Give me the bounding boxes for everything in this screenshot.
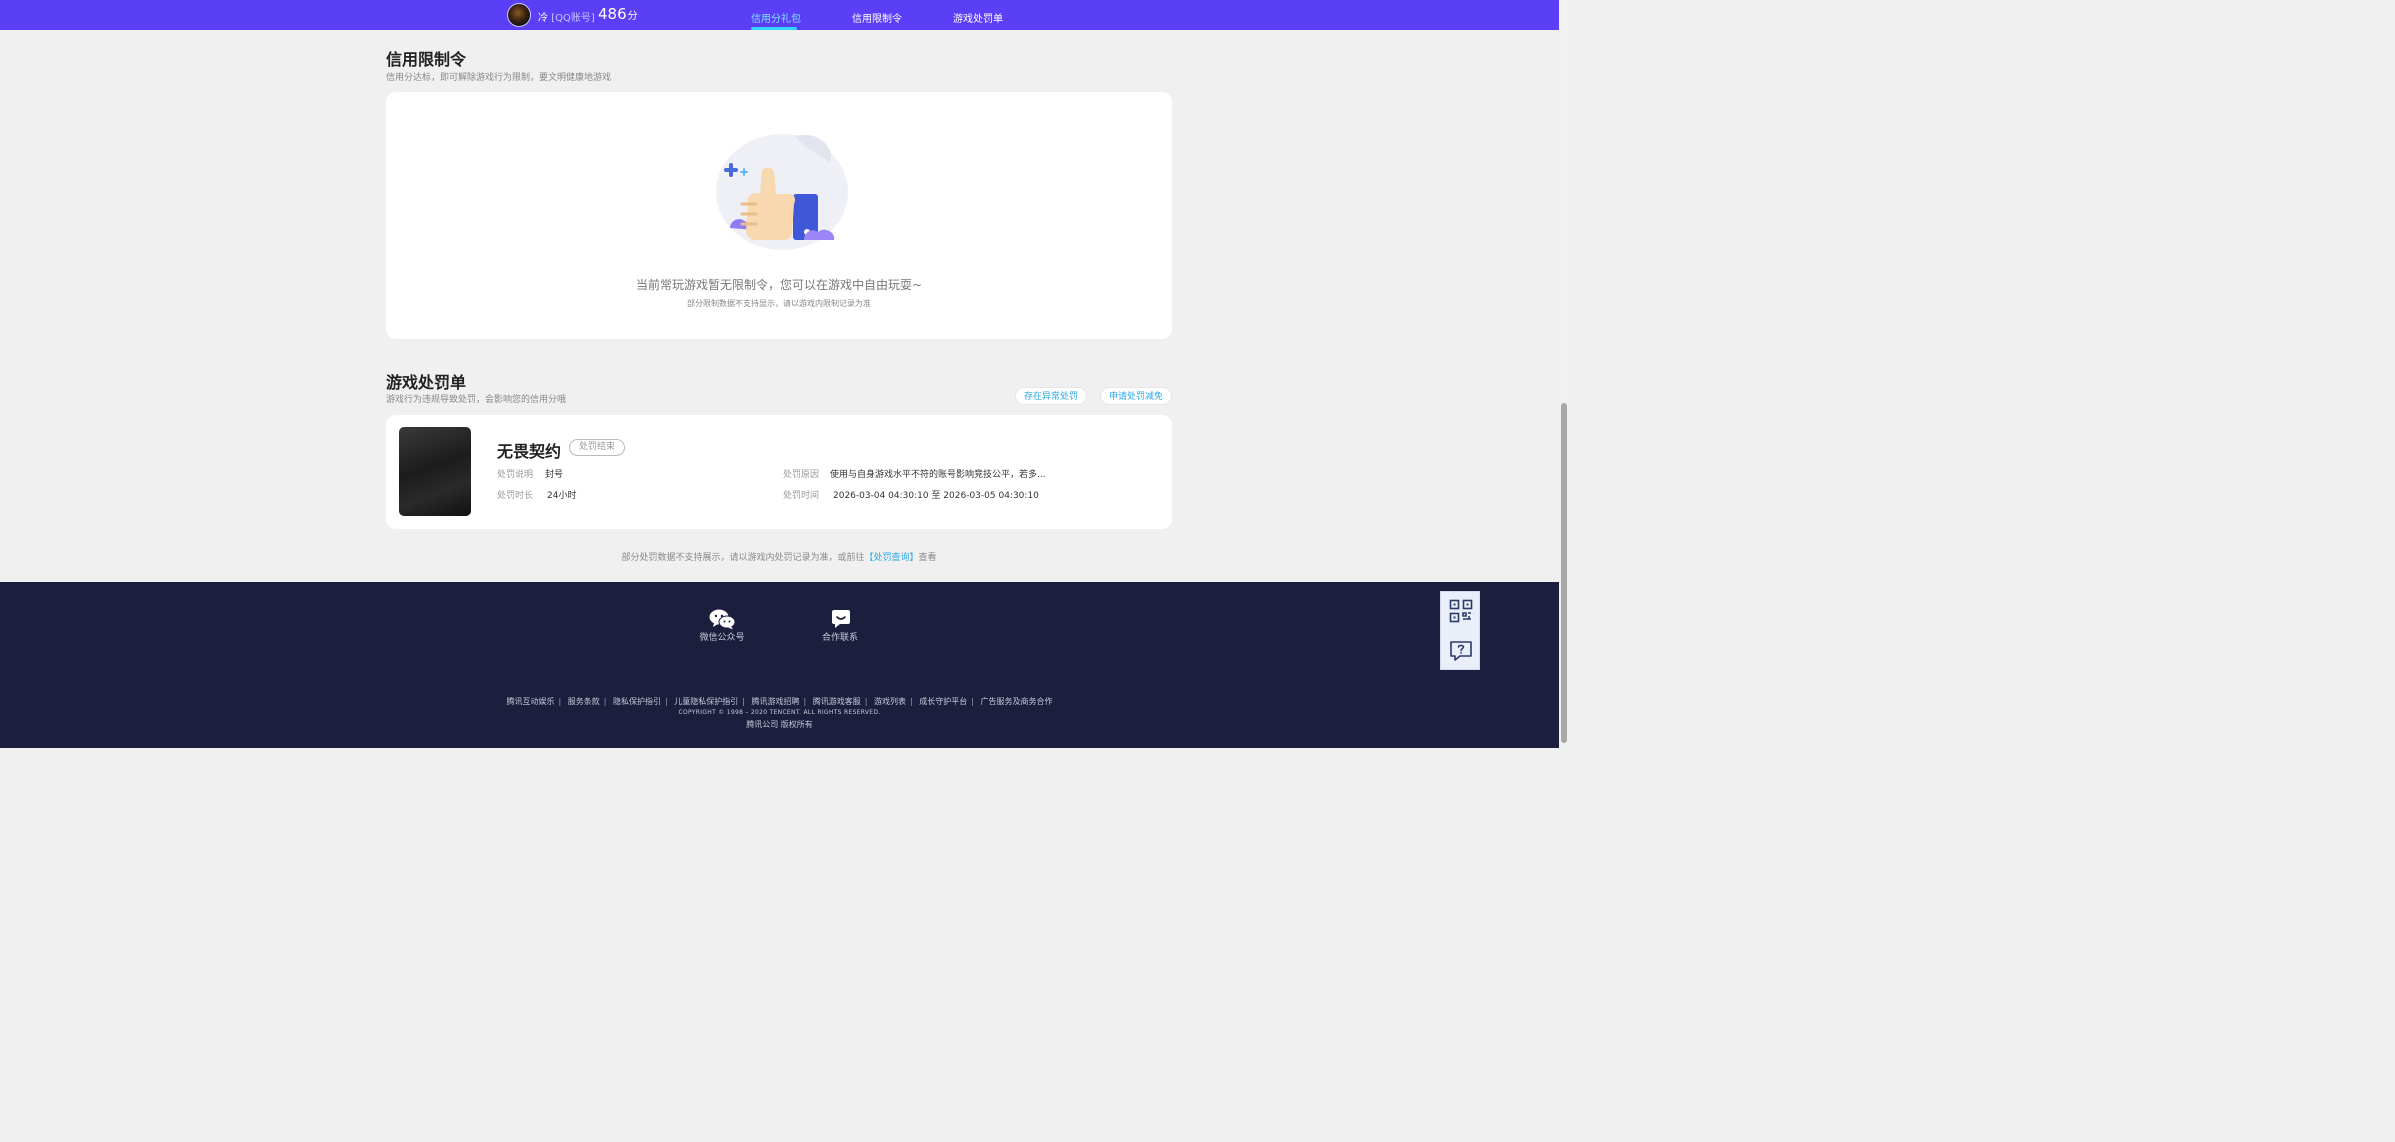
user-name: 冷 [QQ账号]: [538, 9, 595, 24]
wechat-icon[interactable]: [709, 608, 736, 630]
nav-tab-credit-gift[interactable]: 信用分礼包: [751, 10, 801, 25]
penalty-subtitle: 游戏行为违规导致处罚，会影响您的信用分哦: [386, 395, 567, 405]
penalty-desc-label: 处罚说明: [497, 470, 534, 480]
footer-link-separator: |: [665, 697, 668, 706]
scrollbar-thumb[interactable]: [1561, 403, 1567, 743]
footer-link[interactable]: 隐私保护指引: [613, 697, 661, 706]
penalty-time-value: 2026-03-04 04:30:10 至 2026-03-05 04:30:1…: [833, 491, 1039, 501]
footer-link[interactable]: 腾讯游戏客服: [813, 697, 861, 706]
footer-links: 腾讯互动娱乐 | 服务条款 | 隐私保护指引 | 儿童隐私保护指引 | 腾讯游戏招聘 | …: [0, 696, 1559, 707]
penalty-time-label: 处罚时间: [783, 491, 820, 501]
penalty-reason-label: 处罚原因: [783, 470, 820, 480]
wechat-label[interactable]: 微信公众号: [692, 630, 752, 643]
footer-link[interactable]: 腾讯游戏招聘: [752, 697, 800, 706]
footer-link-separator: |: [603, 697, 607, 706]
feedback-icon: [1450, 641, 1472, 661]
penalty-duration-label: 处罚时长: [497, 491, 534, 501]
game-name: 无畏契约: [497, 442, 562, 461]
footer-link-separator: |: [558, 697, 562, 706]
game-cover-image: [399, 427, 471, 516]
qr-code-button[interactable]: [1441, 592, 1481, 630]
penalty-note-text: 部分处罚数据不支持展示，请以游戏内处罚记录为准，或前往: [621, 553, 865, 563]
footer-link-separator: |: [803, 697, 807, 706]
thumbs-up-illustration: [716, 134, 848, 250]
footer-link-separator: |: [864, 697, 868, 706]
copyright: COPYRIGHT © 1998 – 2020 TENCENT. ALL RIG…: [678, 709, 881, 716]
contact-label[interactable]: 合作联系: [810, 630, 870, 643]
feedback-button[interactable]: [1441, 632, 1481, 670]
footer-link[interactable]: 服务条款: [568, 697, 600, 706]
penalty-duration-value: 24小时: [547, 491, 577, 501]
credit-score-unit: 分: [627, 11, 638, 22]
qr-code-icon: [1449, 599, 1473, 623]
chat-icon[interactable]: [831, 609, 851, 628]
empty-note: 部分限制数据不支持显示，请以游戏内限制记录为准: [687, 299, 871, 308]
penalty-desc-value: 封号: [545, 470, 564, 480]
penalty-note-suffix: 查看: [918, 553, 937, 563]
footer-link[interactable]: 成长守护平台: [919, 697, 967, 706]
penalty-reason-value: 使用与自身游戏水平不符的账号影响竞技公平，若多...: [830, 470, 1046, 480]
nav-tab-restriction[interactable]: 信用限制令: [852, 10, 902, 25]
penalty-note: 部分处罚数据不支持展示，请以游戏内处罚记录为准，或前往【处罚查询】查看: [386, 550, 1172, 563]
footer-link-separator: |: [742, 697, 745, 706]
footer-link[interactable]: 游戏列表: [874, 697, 906, 706]
avatar[interactable]: [507, 3, 531, 27]
penalty-query-link[interactable]: 【处罚查询】: [864, 553, 918, 563]
restriction-subtitle: 信用分达标，即可解除游戏行为限制，要文明健康地游戏: [386, 73, 612, 83]
footer-link-separator: |: [910, 697, 913, 706]
footer-link-separator: |: [971, 697, 974, 706]
user-nickname: 冷: [538, 13, 548, 24]
account-type: [QQ账号]: [551, 13, 595, 24]
footer-link[interactable]: 儿童隐私保护指引: [674, 697, 738, 706]
nav-tab-penalty[interactable]: 游戏处罚单: [953, 10, 1003, 25]
penalty-reduction-button[interactable]: 申请处罚减免: [1100, 387, 1173, 405]
status-badge: 处罚结束: [569, 439, 626, 456]
empty-message: 当前常玩游戏暂无限制令，您可以在游戏中自由玩耍~: [635, 278, 923, 292]
rights-reserved: 腾讯公司 版权所有: [746, 720, 813, 729]
active-tab-indicator: [751, 27, 797, 30]
credit-score: 486分: [598, 5, 638, 23]
restriction-title: 信用限制令: [386, 50, 467, 69]
footer-link[interactable]: 广告服务及商务合作: [981, 697, 1053, 706]
side-toolbar: [1440, 591, 1480, 670]
abnormal-penalty-button[interactable]: 存在异常处罚: [1015, 387, 1088, 405]
footer-link[interactable]: 腾讯互动娱乐: [507, 697, 555, 706]
penalty-title: 游戏处罚单: [386, 373, 467, 392]
credit-score-value: 486: [598, 5, 627, 23]
